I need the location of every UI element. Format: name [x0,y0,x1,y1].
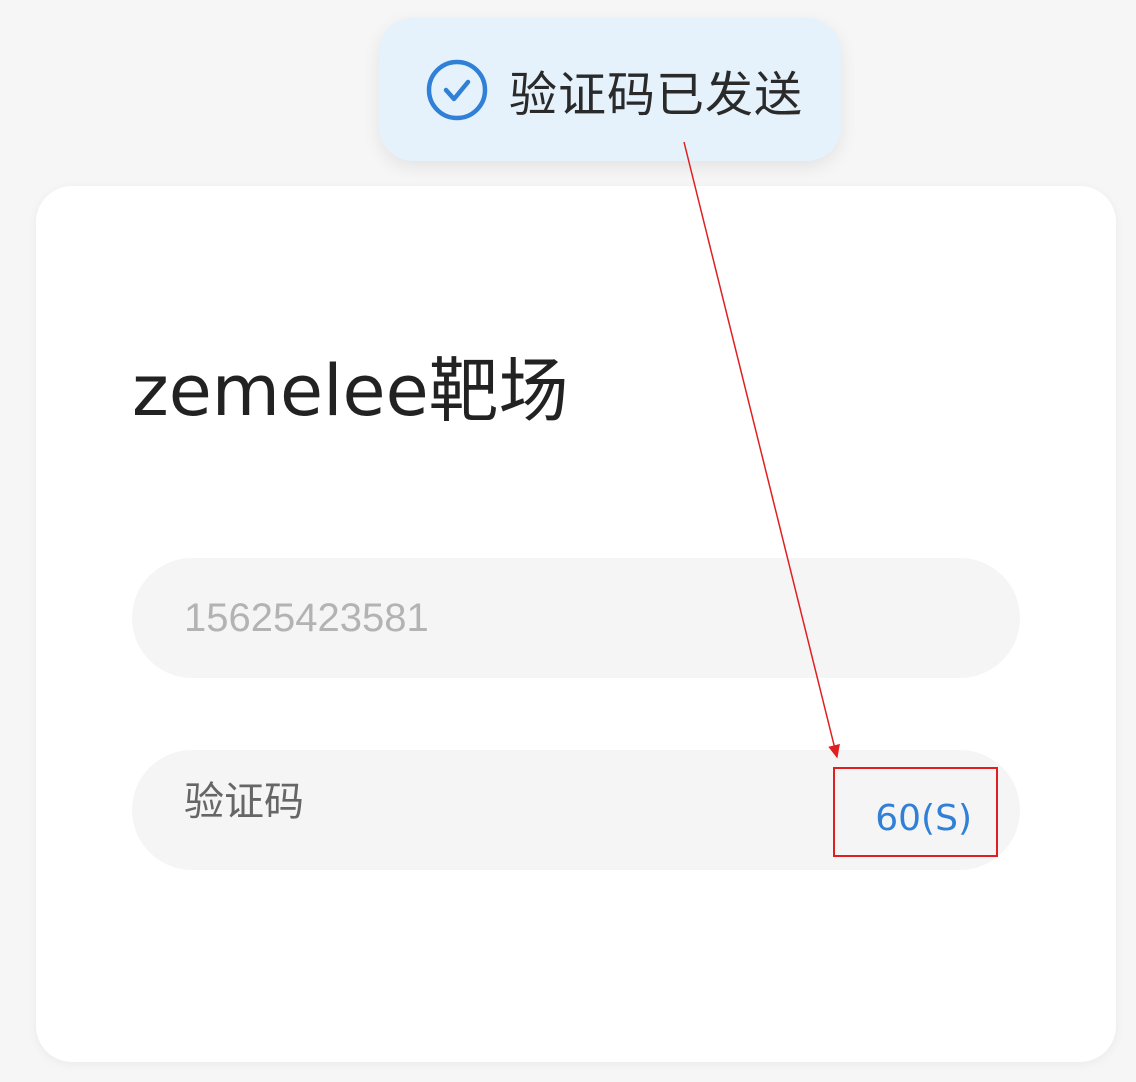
toast-message: 验证码已发送 [509,66,804,123]
page-title: zemelee靶场 [132,350,569,432]
toast-notification: 验证码已发送 [379,18,841,161]
check-circle-icon [426,59,488,120]
login-card: zemelee靶场 15625423581 验证码 60(S) [36,186,1116,1062]
phone-input-value: 15625423581 [184,596,429,640]
phone-input[interactable]: 15625423581 [132,558,1020,678]
resend-countdown: 60(S) [875,798,972,839]
verification-code-input[interactable]: 验证码 60(S) [132,750,1020,870]
verification-code-placeholder: 验证码 [184,779,304,825]
